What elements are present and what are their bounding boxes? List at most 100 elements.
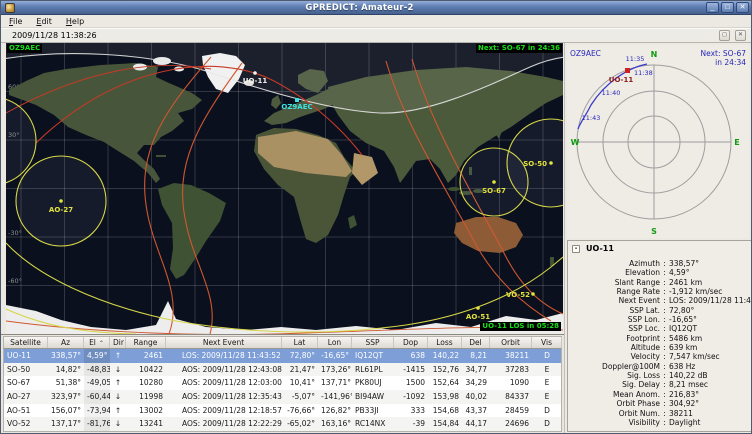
table-row-so-67[interactable]: SO-6751,38°-49,05°↑10280AOS: 2009/11/28 … bbox=[4, 376, 561, 390]
column-header-range[interactable]: Range bbox=[126, 337, 166, 348]
column-header-lon[interactable]: Lon bbox=[318, 337, 352, 348]
detail-row: Orbit Num.:38211 bbox=[568, 409, 752, 418]
detail-label: SSP Loc. bbox=[568, 324, 660, 333]
ground-station-marker[interactable] bbox=[295, 98, 299, 102]
detail-value: Daylight bbox=[669, 418, 752, 427]
detail-label: Sig. Loss bbox=[568, 371, 660, 380]
column-header-satellite[interactable]: Satellite bbox=[4, 337, 48, 348]
polar-station-label: OZ9AEC bbox=[570, 49, 601, 58]
detail-value: 639 km bbox=[669, 343, 752, 352]
detach-module-button[interactable]: ◻ bbox=[719, 30, 730, 41]
table-row-ao-51[interactable]: AO-51156,07°-73,94°↑13002AOS: 2009/11/28… bbox=[4, 404, 561, 418]
satellite-marker-uo-11[interactable] bbox=[253, 71, 257, 75]
cell-az: 338,57° bbox=[48, 349, 84, 363]
cell-del: 34,29 bbox=[462, 376, 490, 390]
satellite-marker-ao-27[interactable] bbox=[59, 199, 63, 203]
table-body: UO-11338,57°4,59°↑2461LOS: 2009/11/28 11… bbox=[3, 349, 562, 432]
cell-dop: -1092 bbox=[394, 390, 428, 404]
satellite-marker-so-50[interactable] bbox=[549, 161, 553, 165]
column-header-lat[interactable]: Lat bbox=[282, 337, 318, 348]
table-row-ao-27[interactable]: AO-27323,97°-60,44°↓11998AOS: 2009/11/28… bbox=[4, 390, 561, 404]
cell-lat: -76,66° bbox=[282, 404, 318, 418]
cell-range: 10422 bbox=[126, 363, 166, 377]
detail-row: Altitude:639 km bbox=[568, 343, 752, 352]
maximize-button[interactable]: □ bbox=[721, 2, 734, 13]
cell-az: 323,97° bbox=[48, 390, 84, 404]
detail-label: Velocity bbox=[568, 352, 660, 361]
cell-vis: E bbox=[532, 376, 562, 390]
satellite-marker-vo-52[interactable] bbox=[531, 292, 535, 296]
cell-lon: 173,26° bbox=[318, 363, 352, 377]
cell-ssp: PB33JI bbox=[352, 404, 394, 418]
cell-del: 34,77 bbox=[462, 363, 490, 377]
column-header-az[interactable]: Az bbox=[48, 337, 84, 348]
cell-range: 11998 bbox=[126, 390, 166, 404]
cell-el: -60,44° bbox=[84, 390, 110, 404]
column-header-el[interactable]: El⌃ bbox=[84, 337, 110, 348]
detail-row: Visibility:Daylight bbox=[568, 418, 752, 427]
column-header-dir[interactable]: Dir bbox=[110, 337, 126, 348]
column-header-loss[interactable]: Loss bbox=[428, 337, 462, 348]
satellite-marker-so-67[interactable] bbox=[492, 180, 496, 184]
detail-value: -1,912 km/sec bbox=[669, 287, 752, 296]
cell-next-event: AOS: 2009/11/28 12:18:57 bbox=[166, 404, 282, 418]
cell-del: 8,21 bbox=[462, 349, 490, 363]
satellite-details: ▪ UO-11 Azimuth:338,57°Elevation:4,59°Sl… bbox=[567, 240, 752, 432]
cell-next-event: AOS: 2009/11/28 12:22:29 bbox=[166, 417, 282, 431]
detail-value: 338,57° bbox=[669, 259, 752, 268]
detail-row: Azimuth:338,57° bbox=[568, 259, 752, 268]
column-header-orbit[interactable]: Orbit bbox=[490, 337, 532, 348]
main-content: -150°-120°-90°-60°-30°0°30°60°90°120°60°… bbox=[1, 43, 751, 434]
satellite-label-so-67: SO-67 bbox=[482, 187, 506, 195]
detail-value: IQ12QT bbox=[669, 324, 752, 333]
detail-row: Sig. Delay:8,21 msec bbox=[568, 380, 752, 389]
cell-loss: 152,76 bbox=[428, 363, 462, 377]
cell-ssp: RL61PL bbox=[352, 363, 394, 377]
close-module-button[interactable]: ✕ bbox=[735, 30, 746, 41]
cell-lat: 72,80° bbox=[282, 349, 318, 363]
table-row-uo-11[interactable]: UO-11338,57°4,59°↑2461LOS: 2009/11/28 11… bbox=[4, 349, 561, 363]
detail-row: Next Event:LOS: 2009/11/28 11:43:52 bbox=[568, 296, 752, 305]
cell-az: 14,82° bbox=[48, 363, 84, 377]
cell-az: 51,38° bbox=[48, 376, 84, 390]
lat-label: -60° bbox=[8, 277, 22, 285]
polar-satellite-label: UO-11 bbox=[609, 76, 634, 84]
cell-vis: D bbox=[532, 417, 562, 431]
compass-east: E bbox=[734, 138, 739, 147]
menu-item-file[interactable]: File bbox=[9, 17, 22, 26]
cell-az: 156,07° bbox=[48, 404, 84, 418]
menu-bar: File Edit Help bbox=[1, 15, 751, 28]
world-map[interactable]: -150°-120°-90°-60°-30°0°30°60°90°120°60°… bbox=[6, 43, 563, 334]
cell-orbit: 84337 bbox=[490, 390, 532, 404]
column-header-ssp[interactable]: SSP bbox=[352, 337, 394, 348]
cell-dop: 638 bbox=[394, 349, 428, 363]
cell-dir: ↓ bbox=[110, 417, 126, 431]
menu-item-edit[interactable]: Edit bbox=[36, 17, 52, 26]
expander-icon[interactable]: ▪ bbox=[572, 245, 580, 253]
detail-label: Sig. Delay bbox=[568, 380, 660, 389]
cell-dop: 333 bbox=[394, 404, 428, 418]
polar-plot[interactable]: N S W E OZ9AEC Next: SO-67 in 24:34 UO-1… bbox=[567, 45, 749, 238]
cell-satellite: UO-11 bbox=[4, 349, 48, 363]
time-bar: 2009/11/28 11:38:26 ◻ ✕ bbox=[1, 28, 751, 43]
menu-item-help[interactable]: Help bbox=[66, 17, 84, 26]
satellite-table: SatelliteAzEl⌃DirRangeNext EventLatLonSS… bbox=[1, 334, 564, 434]
column-header-next-event[interactable]: Next Event bbox=[166, 337, 282, 348]
detail-row: Velocity:7,547 km/sec bbox=[568, 352, 752, 361]
column-header-vis[interactable]: Vis bbox=[532, 337, 562, 348]
cell-satellite: SO-50 bbox=[4, 363, 48, 377]
close-button[interactable]: ✕ bbox=[736, 2, 749, 13]
detail-label: SSP Lat. bbox=[568, 306, 660, 315]
column-header-dop[interactable]: Dop bbox=[394, 337, 428, 348]
satellite-label-so-50: SO-50 bbox=[523, 160, 547, 168]
cell-dop: 1500 bbox=[394, 376, 428, 390]
satellite-marker-ao-51[interactable] bbox=[476, 306, 480, 310]
column-header-del[interactable]: Del bbox=[462, 337, 490, 348]
cell-lon: -16,65° bbox=[318, 349, 352, 363]
minimize-button[interactable]: _ bbox=[706, 2, 719, 13]
cell-loss: 154,68 bbox=[428, 404, 462, 418]
table-row-vo-52[interactable]: VO-52137,17°-81,76°↓13241AOS: 2009/11/28… bbox=[4, 417, 561, 431]
cell-range: 13002 bbox=[126, 404, 166, 418]
detail-label: Range Rate bbox=[568, 287, 660, 296]
table-row-so-50[interactable]: SO-5014,82°-48,83°↓10422AOS: 2009/11/28 … bbox=[4, 363, 561, 377]
